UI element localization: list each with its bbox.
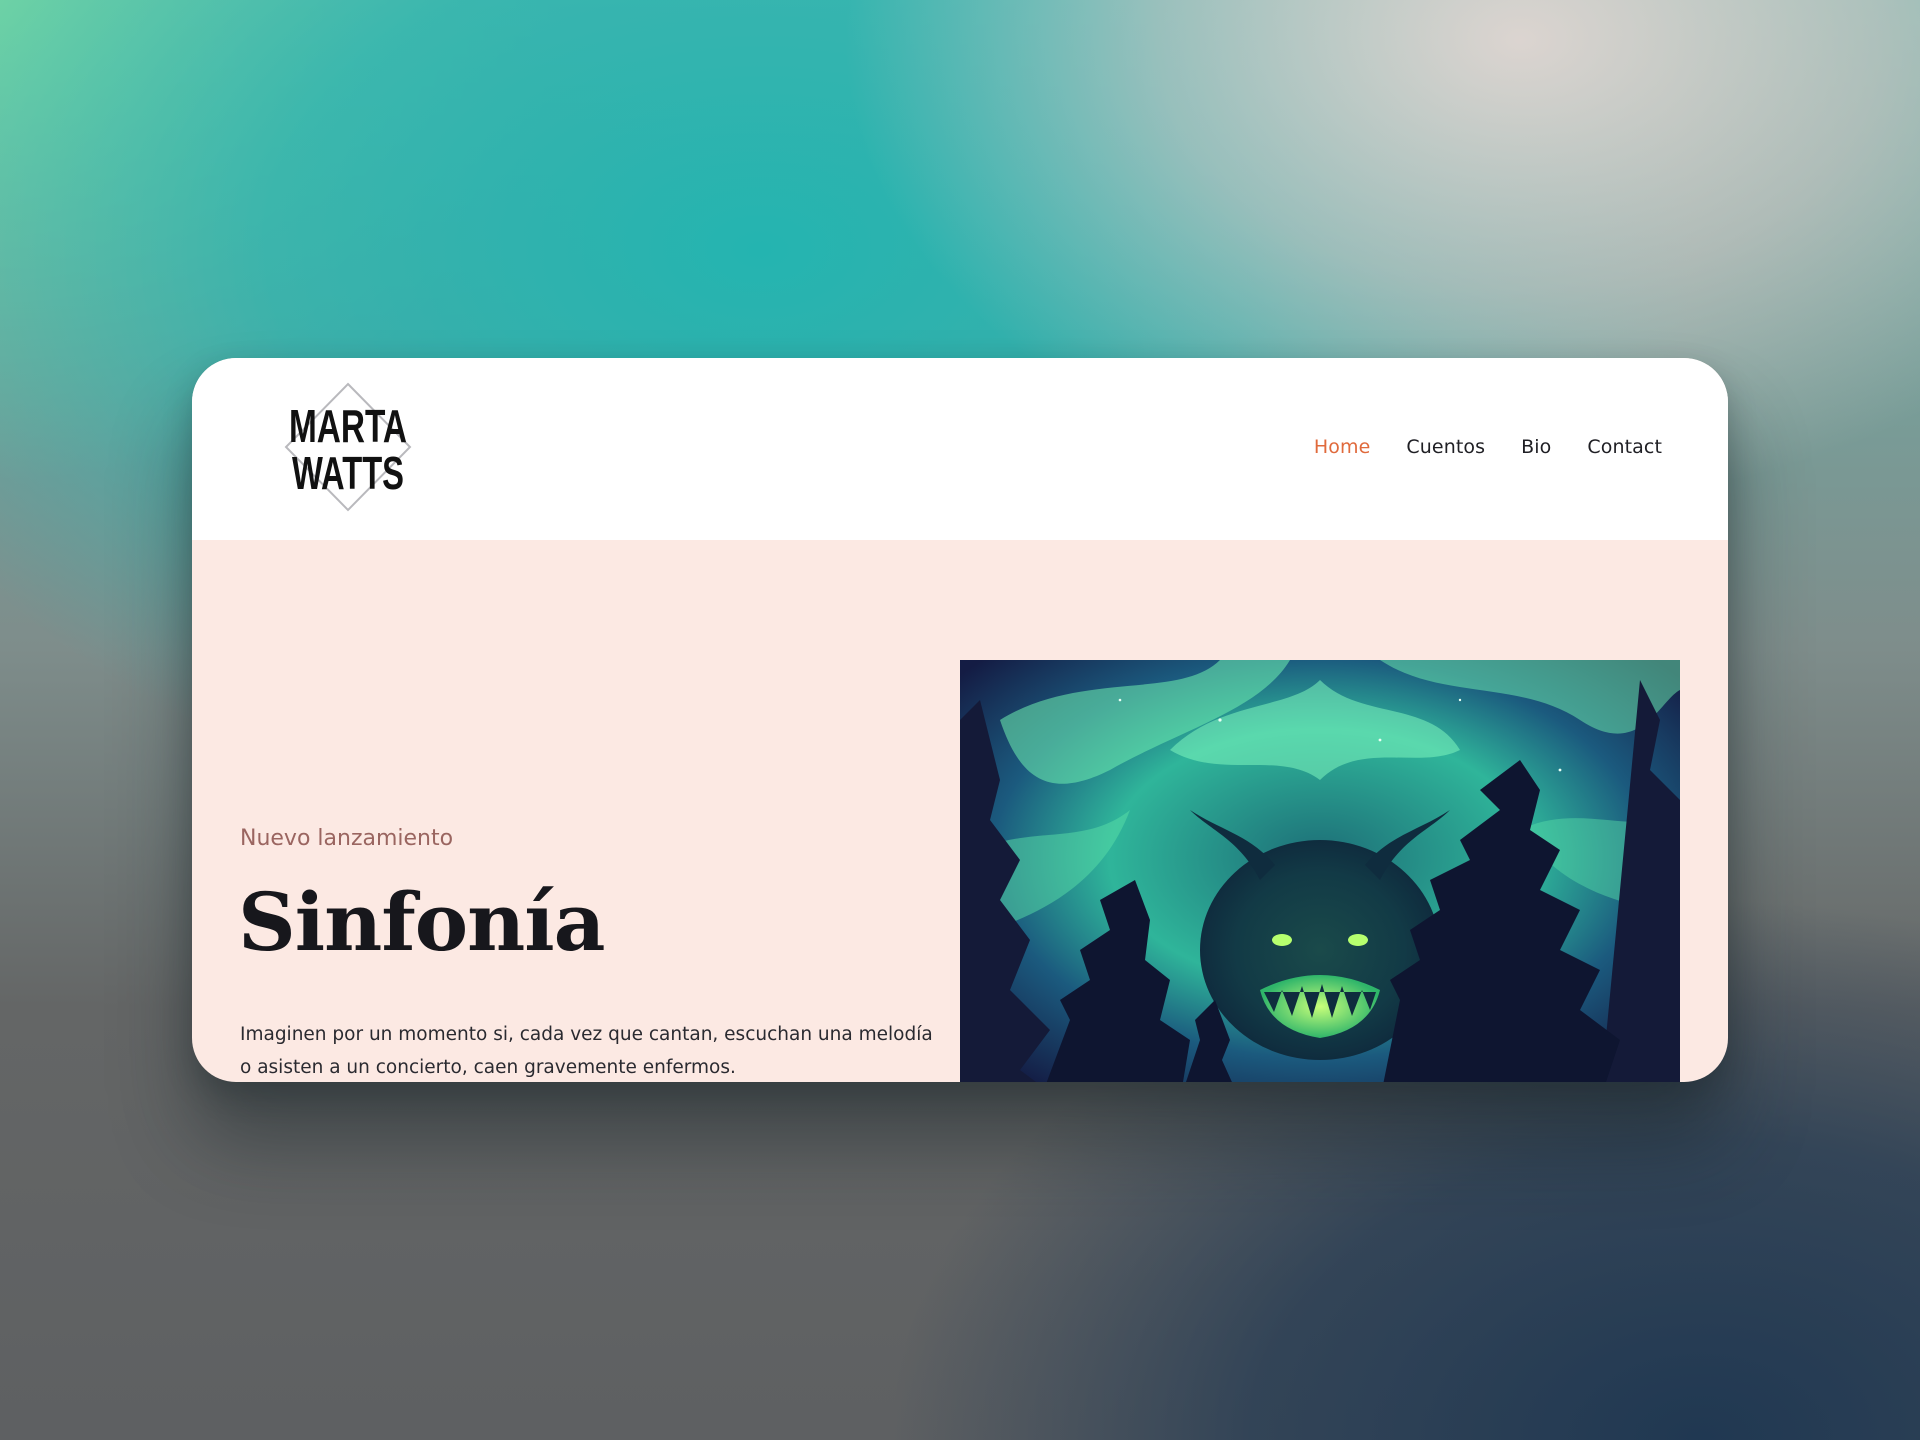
site-logo[interactable]: MARTA WATTS — [282, 382, 414, 512]
nav-contact[interactable]: Contact — [1587, 436, 1662, 458]
nav-bio[interactable]: Bio — [1521, 436, 1551, 458]
hero-description: Imaginen por un momento si, cada vez que… — [240, 1024, 933, 1078]
diamond-logo-icon: MARTA WATTS — [284, 382, 412, 512]
logo-line-1: MARTA — [289, 400, 407, 452]
logo-line-2: WATTS — [292, 447, 404, 499]
main-nav: Home Cuentos Bio Contact — [1314, 436, 1662, 458]
nav-cuentos[interactable]: Cuentos — [1406, 436, 1485, 458]
hero-eyebrow: Nuevo lanzamiento — [240, 826, 454, 851]
forest-monster-illustration — [960, 660, 1680, 1082]
hero-image — [960, 660, 1680, 1082]
site-header: MARTA WATTS Home Cuentos Bio Contact — [192, 358, 1728, 540]
nav-home[interactable]: Home — [1314, 436, 1371, 458]
hero-title: Sinfonía — [238, 875, 605, 969]
browser-window: MARTA WATTS Home Cuentos Bio Contact Nue… — [192, 358, 1728, 1082]
